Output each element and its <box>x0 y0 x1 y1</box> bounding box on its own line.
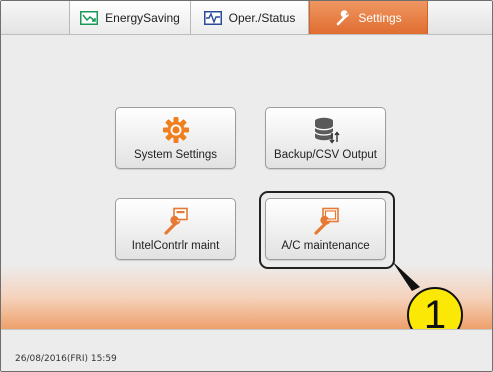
date-time: 26/08/2016(FRI) 15:59 <box>15 354 117 364</box>
status-bar: 26/08/2016(FRI) 15:59 <box>1 329 492 371</box>
selection-highlight <box>259 191 395 269</box>
controller-maintenance-icon <box>162 207 190 235</box>
database-icon <box>312 116 340 144</box>
tab-bar: EnergySaving Oper./Status Settings <box>1 1 492 35</box>
screen: EnergySaving Oper./Status Settings Syste… <box>0 0 493 372</box>
pulse-icon <box>203 10 222 25</box>
wrench-icon <box>335 9 351 26</box>
tab-label: Settings <box>358 10 402 25</box>
tab-energy-saving[interactable]: EnergySaving <box>69 1 191 34</box>
tab-label: EnergySaving <box>105 10 180 25</box>
intel-controller-maintenance-button[interactable]: IntelContrlr maint <box>115 198 236 260</box>
system-settings-button[interactable]: System Settings <box>115 107 236 169</box>
button-label: IntelContrlr maint <box>131 240 220 252</box>
tab-settings[interactable]: Settings <box>309 1 428 34</box>
button-label: Backup/CSV Output <box>274 149 377 161</box>
tab-oper-status[interactable]: Oper./Status <box>191 1 309 34</box>
settings-menu: System Settings Backup/CSV Output IntelC… <box>1 35 492 329</box>
energy-saving-icon <box>80 10 99 25</box>
backup-csv-output-button[interactable]: Backup/CSV Output <box>265 107 386 169</box>
button-label: System Settings <box>133 149 218 161</box>
tab-label: Oper./Status <box>228 10 296 25</box>
gear-icon <box>162 116 190 144</box>
